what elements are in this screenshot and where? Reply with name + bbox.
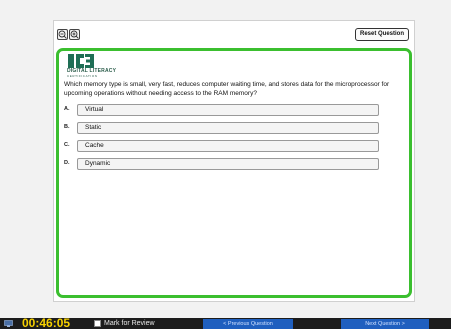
option-b-button[interactable]: Static [77,122,379,134]
option-letter: A. [64,106,70,112]
question-frame: DIGITAL LITERACY CERTIFICATION Which mem… [56,48,412,298]
screen-icon[interactable] [4,320,13,327]
option-a-button[interactable]: Virtual [77,104,379,116]
zoom-in-button[interactable] [69,29,80,40]
toolbar: Reset Question [54,21,414,47]
mark-for-review-checkbox[interactable] [94,320,101,327]
ic3-logo: DIGITAL LITERACY CERTIFICATION [66,54,116,78]
ic3-logo-mark [68,54,94,68]
option-a[interactable]: A. Virtual [64,104,404,116]
reset-question-button[interactable]: Reset Question [354,28,409,41]
mark-for-review-label[interactable]: Mark for Review [104,319,155,328]
next-question-button[interactable]: Next Question > [341,319,429,329]
timer: 00:46:05 [22,316,71,329]
answer-options: A. Virtual B. Static C. Cache D. Dynamic [64,104,404,176]
previous-question-button[interactable]: < Previous Question [203,319,293,329]
option-letter: B. [64,124,70,130]
exam-panel: Reset Question DIGITAL LITERACY CERTIFIC… [53,20,415,302]
logo-subtitle: CERTIFICATION [67,74,98,78]
option-b[interactable]: B. Static [64,122,404,134]
option-d-button[interactable]: Dynamic [77,158,379,170]
zoom-in-icon [70,30,79,39]
option-c[interactable]: C. Cache [64,140,404,152]
zoom-out-button[interactable] [57,29,68,40]
bottom-bar: 00:46:05 Mark for Review < Previous Ques… [0,316,451,329]
option-c-button[interactable]: Cache [77,140,379,152]
option-d[interactable]: D. Dynamic [64,158,404,170]
option-letter: C. [64,142,70,148]
zoom-out-icon [58,30,67,39]
question-text: Which memory type is small, very fast, r… [64,81,390,97]
option-letter: D. [64,160,70,166]
